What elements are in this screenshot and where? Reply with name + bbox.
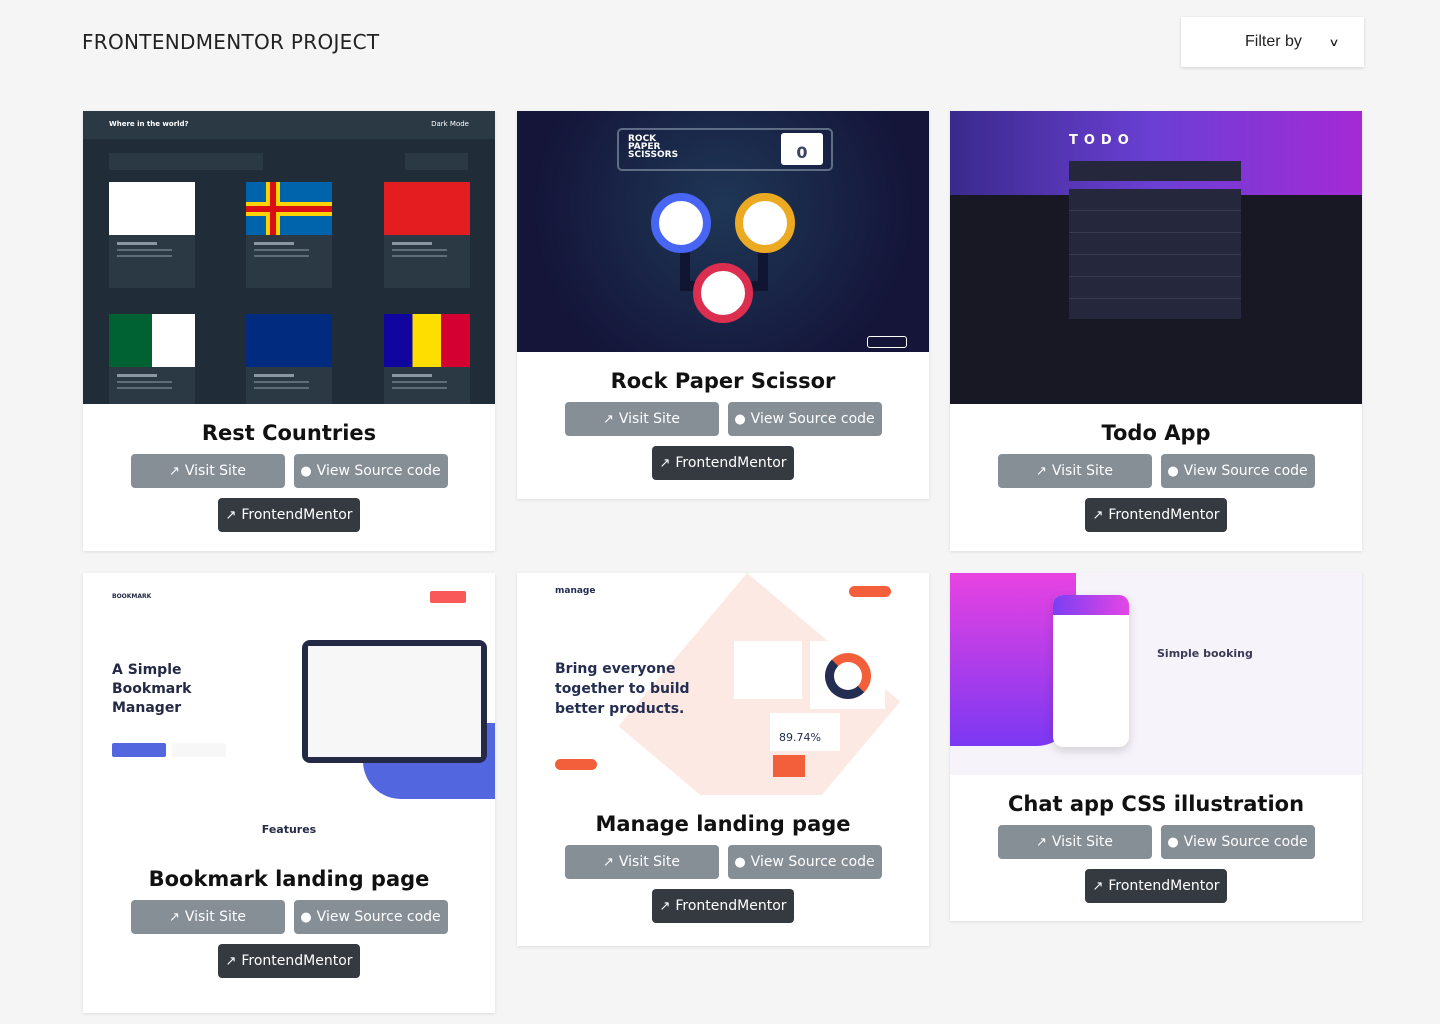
external-link-icon: ↗ <box>1092 507 1104 523</box>
thumb-text: A Simple Bookmark Manager <box>112 662 192 716</box>
button-label: View Source code <box>750 854 875 870</box>
github-icon: ● <box>734 411 746 427</box>
frontendmentor-button[interactable]: ↗ FrontendMentor <box>1085 498 1227 532</box>
project-title: Rock Paper Scissor <box>610 369 836 393</box>
project-title: Chat app CSS illustration <box>1007 792 1305 816</box>
button-label: View Source code <box>750 411 875 427</box>
external-link-icon: ↗ <box>168 909 180 925</box>
button-label: FrontendMentor <box>241 953 353 969</box>
github-icon: ● <box>734 854 746 870</box>
button-label: Visit Site <box>1051 463 1114 479</box>
button-label: FrontendMentor <box>675 455 787 471</box>
github-icon: ● <box>1167 463 1179 479</box>
project-card-todo-app: TODO Todo App ↗ Visit Site ● View Source c… <box>950 111 1362 551</box>
project-card-rock-paper-scissor: ROCK PAPER SCISSORS 0 Rock Paper Scissor … <box>517 111 929 499</box>
button-label: FrontendMentor <box>675 898 787 914</box>
visit-site-button[interactable]: ↗ Visit Site <box>564 402 719 436</box>
button-label: Visit Site <box>1051 834 1114 850</box>
external-link-icon: ↗ <box>602 854 614 870</box>
thumb-text: Dark Mode <box>431 120 469 128</box>
frontendmentor-button[interactable]: ↗ FrontendMentor <box>218 498 360 532</box>
project-title: Bookmark landing page <box>148 867 430 891</box>
external-link-icon: ↗ <box>225 507 237 523</box>
external-link-icon: ↗ <box>1035 463 1047 479</box>
external-link-icon: ↗ <box>602 411 614 427</box>
view-source-button[interactable]: ● View Source code <box>727 402 882 436</box>
frontendmentor-button[interactable]: ↗ FrontendMentor <box>218 944 360 978</box>
button-label: FrontendMentor <box>1108 878 1220 894</box>
external-link-icon: ↗ <box>1092 878 1104 894</box>
github-icon: ● <box>1167 834 1179 850</box>
thumb-text: Simple booking <box>1157 647 1253 660</box>
project-title: Manage landing page <box>595 812 851 836</box>
thumb-text: BOOKMARK <box>112 593 152 600</box>
external-link-icon: ↗ <box>659 455 671 471</box>
thumb-text: manage <box>555 586 596 596</box>
chevron-down-icon: ∨ <box>1328 36 1340 49</box>
view-source-button[interactable]: ● View Source code <box>293 900 448 934</box>
button-label: View Source code <box>1183 463 1308 479</box>
filter-label: Filter by <box>1245 33 1302 50</box>
page-title: FRONTENDMENTOR PROJECT <box>82 30 380 54</box>
project-card-chat-app: Simple booking Chat app CSS illustration… <box>950 573 1362 921</box>
view-source-button[interactable]: ● View Source code <box>293 454 448 488</box>
view-source-button[interactable]: ● View Source code <box>1160 825 1315 859</box>
project-thumbnail: TODO <box>950 111 1362 404</box>
thumb-text: Bring everyone together to build better … <box>555 661 690 717</box>
project-title: Rest Countries <box>201 421 377 445</box>
github-icon: ● <box>300 909 312 925</box>
button-label: View Source code <box>316 909 441 925</box>
thumb-text: Where in the world? <box>109 120 189 128</box>
external-link-icon: ↗ <box>659 898 671 914</box>
button-label: Visit Site <box>184 463 247 479</box>
thumb-text: 89.74% <box>779 731 821 744</box>
thumb-text: ROCK PAPER SCISSORS <box>628 134 679 160</box>
button-label: FrontendMentor <box>1108 507 1220 523</box>
thumb-text: Features <box>261 823 317 836</box>
project-thumbnail: BOOKMARK A Simple Bookmark Manager Featu… <box>83 573 495 866</box>
button-label: Visit Site <box>184 909 247 925</box>
thumb-text: TODO <box>1069 133 1135 148</box>
button-label: FrontendMentor <box>241 507 353 523</box>
button-label: Visit Site <box>618 854 681 870</box>
project-card-rest-countries: Where in the world? Dark Mode Rest Countr… <box>83 111 495 551</box>
button-label: View Source code <box>316 463 441 479</box>
view-source-button[interactable]: ● View Source code <box>727 845 882 879</box>
visit-site-button[interactable]: ↗ Visit Site <box>997 454 1152 488</box>
project-card-bookmark: BOOKMARK A Simple Bookmark Manager Featu… <box>83 573 495 1013</box>
github-icon: ● <box>300 463 312 479</box>
project-thumbnail: Simple booking <box>950 573 1362 775</box>
visit-site-button[interactable]: ↗ Visit Site <box>564 845 719 879</box>
frontendmentor-button[interactable]: ↗ FrontendMentor <box>1085 869 1227 903</box>
button-label: View Source code <box>1183 834 1308 850</box>
view-source-button[interactable]: ● View Source code <box>1160 454 1315 488</box>
project-thumbnail: Where in the world? Dark Mode <box>83 111 495 404</box>
visit-site-button[interactable]: ↗ Visit Site <box>997 825 1152 859</box>
project-thumbnail: ROCK PAPER SCISSORS 0 <box>517 111 929 352</box>
external-link-icon: ↗ <box>1035 834 1047 850</box>
project-title: Todo App <box>1101 421 1211 445</box>
frontendmentor-button[interactable]: ↗ FrontendMentor <box>652 446 794 480</box>
external-link-icon: ↗ <box>225 953 237 969</box>
external-link-icon: ↗ <box>168 463 180 479</box>
button-label: Visit Site <box>618 411 681 427</box>
frontendmentor-button[interactable]: ↗ FrontendMentor <box>652 889 794 923</box>
visit-site-button[interactable]: ↗ Visit Site <box>130 900 285 934</box>
thumb-text: 0 <box>796 143 808 162</box>
project-thumbnail: manage Bring everyone together to build … <box>517 573 929 795</box>
project-card-manage: manage Bring everyone together to build … <box>517 573 929 946</box>
visit-site-button[interactable]: ↗ Visit Site <box>130 454 285 488</box>
filter-dropdown[interactable]: Filter by ∨ <box>1181 17 1364 67</box>
